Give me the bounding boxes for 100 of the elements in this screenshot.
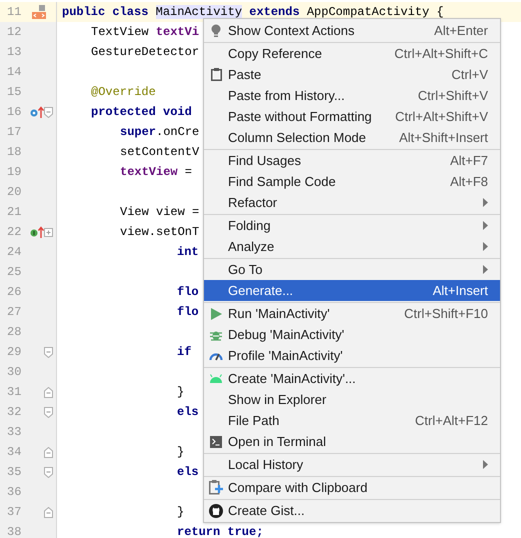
menu-item[interactable]: Copy Reference Ctrl+Alt+Shift+C [204, 43, 500, 64]
menu-item[interactable]: File Path Ctrl+Alt+F12 [204, 410, 500, 431]
fold-end-icon[interactable] [44, 506, 53, 518]
code-line: els [177, 464, 199, 481]
line-number: 30 [7, 364, 22, 381]
fold-end-icon[interactable] [44, 446, 53, 458]
menu-item[interactable]: Find Sample Code Alt+F8 [204, 171, 500, 192]
shortcut-label: Alt+F7 [450, 152, 488, 170]
line-number: 34 [7, 444, 22, 461]
code-line: return true; [177, 524, 264, 538]
shortcut-label: Ctrl+Shift+V [418, 86, 488, 105]
code-line: view.setOnT [120, 224, 200, 241]
menu-item[interactable]: Create Gist... [204, 500, 500, 521]
line-number: 14 [7, 64, 22, 81]
menu-item[interactable]: Open in Terminal [204, 431, 500, 452]
line-number: 21 [7, 204, 22, 221]
line-number: 31 [7, 384, 22, 401]
line-number: 20 [7, 184, 22, 201]
line-number: 15 [7, 84, 22, 101]
cat-silhouette-icon [209, 504, 223, 518]
line-number: 28 [7, 324, 22, 341]
menu-item[interactable]: Column Selection Mode Alt+Shift+Insert [204, 127, 500, 148]
menu-item[interactable]: Generate... Alt+Insert [204, 280, 500, 301]
code-line: int [177, 244, 199, 261]
code-line: GestureDetector [91, 44, 200, 61]
code-line: setContentV [120, 144, 200, 161]
menu-item[interactable]: Paste Ctrl+V [204, 64, 500, 85]
code-line: TextView textVi [91, 24, 200, 41]
menu-item[interactable]: Run 'MainActivity' Ctrl+Shift+F10 [204, 303, 500, 324]
fold-icon[interactable] [44, 406, 53, 418]
fold-icon[interactable] [44, 106, 53, 118]
menu-item[interactable]: Refactor [204, 192, 500, 213]
code-line: } [177, 504, 184, 521]
shortcut-label: Alt+F8 [450, 172, 488, 191]
menu-item[interactable]: Analyze [204, 236, 500, 257]
menu-item[interactable]: Paste without Formatting Ctrl+Alt+Shift+V [204, 106, 500, 127]
shortcut-label: Ctrl+Shift+F10 [404, 304, 488, 323]
line-number: 16 [7, 104, 22, 121]
compare-icon [208, 480, 224, 495]
code-line: } [177, 444, 184, 461]
menu-item[interactable]: Paste from History... Ctrl+Shift+V [204, 85, 500, 106]
menu-item[interactable]: Show Context Actions Alt+Enter [204, 20, 500, 41]
menu-item[interactable]: Local History [204, 454, 500, 475]
menu-item[interactable]: Compare with Clipboard [204, 477, 500, 498]
code-line: public class MainActivity extends AppCompatActivity { [62, 4, 444, 21]
override-marker-icon[interactable] [30, 105, 44, 119]
code-line: flo [177, 284, 199, 301]
line-number: 36 [7, 484, 22, 501]
menu-item[interactable]: Folding [204, 215, 500, 236]
code-line: if [177, 344, 192, 361]
menu-item[interactable]: Go To [204, 259, 500, 280]
line-number: 38 [7, 524, 22, 538]
line-number: 13 [7, 44, 22, 61]
fold-icon[interactable] [44, 346, 53, 358]
code-line: els [177, 404, 199, 421]
line-number: 24 [7, 244, 22, 261]
line-number: 35 [7, 464, 22, 481]
shortcut-label: Alt+Enter [434, 22, 488, 40]
shortcut-label: Ctrl+Alt+Shift+V [395, 108, 488, 126]
clipboard-icon [210, 68, 222, 81]
fold-icon[interactable] [44, 466, 53, 478]
code-line: @Override [91, 84, 156, 101]
line-number: 25 [7, 264, 22, 281]
menu-item[interactable]: Debug 'MainActivity' [204, 324, 500, 345]
shortcut-label: Ctrl+V [452, 66, 488, 84]
line-number: 26 [7, 284, 22, 301]
fold-end-icon[interactable] [44, 386, 53, 398]
expand-icon[interactable] [44, 228, 53, 236]
menu-item[interactable]: Find Usages Alt+F7 [204, 150, 500, 171]
line-number: 37 [7, 504, 22, 521]
line-number: 12 [7, 24, 22, 41]
code-line: super.onCre [120, 124, 200, 141]
code-line: protected void [91, 104, 192, 121]
code-line: } [177, 384, 184, 401]
menu-item[interactable]: Profile 'MainActivity' [204, 345, 500, 366]
code-line: textView = [120, 164, 192, 181]
menu-item[interactable]: Create 'MainActivity'... [204, 368, 500, 389]
line-number: 33 [7, 424, 22, 441]
line-number: 11 [7, 4, 22, 21]
terminal-icon [210, 436, 222, 448]
shortcut-label: Ctrl+Alt+F12 [415, 412, 488, 430]
play-icon [210, 308, 222, 320]
line-number: 17 [7, 124, 22, 141]
line-number: 27 [7, 304, 22, 321]
menu-item[interactable]: Show in Explorer [204, 389, 500, 410]
android-icon [209, 374, 223, 383]
line-number: 29 [7, 344, 22, 361]
implement-marker-icon[interactable] [30, 225, 44, 239]
line-number: 22 [7, 224, 22, 241]
shortcut-label: Alt+Insert [432, 282, 488, 300]
shortcut-label: Alt+Shift+Insert [399, 128, 488, 147]
bug-icon [210, 328, 222, 340]
code-line: flo [177, 304, 199, 321]
code-line: View view = [120, 204, 200, 221]
line-number: 32 [7, 404, 22, 421]
lightbulb-icon [211, 24, 221, 38]
line-number: 19 [7, 164, 22, 181]
class-icon [32, 4, 46, 20]
line-number: 18 [7, 144, 22, 161]
shortcut-label: Ctrl+Alt+Shift+C [394, 44, 488, 63]
